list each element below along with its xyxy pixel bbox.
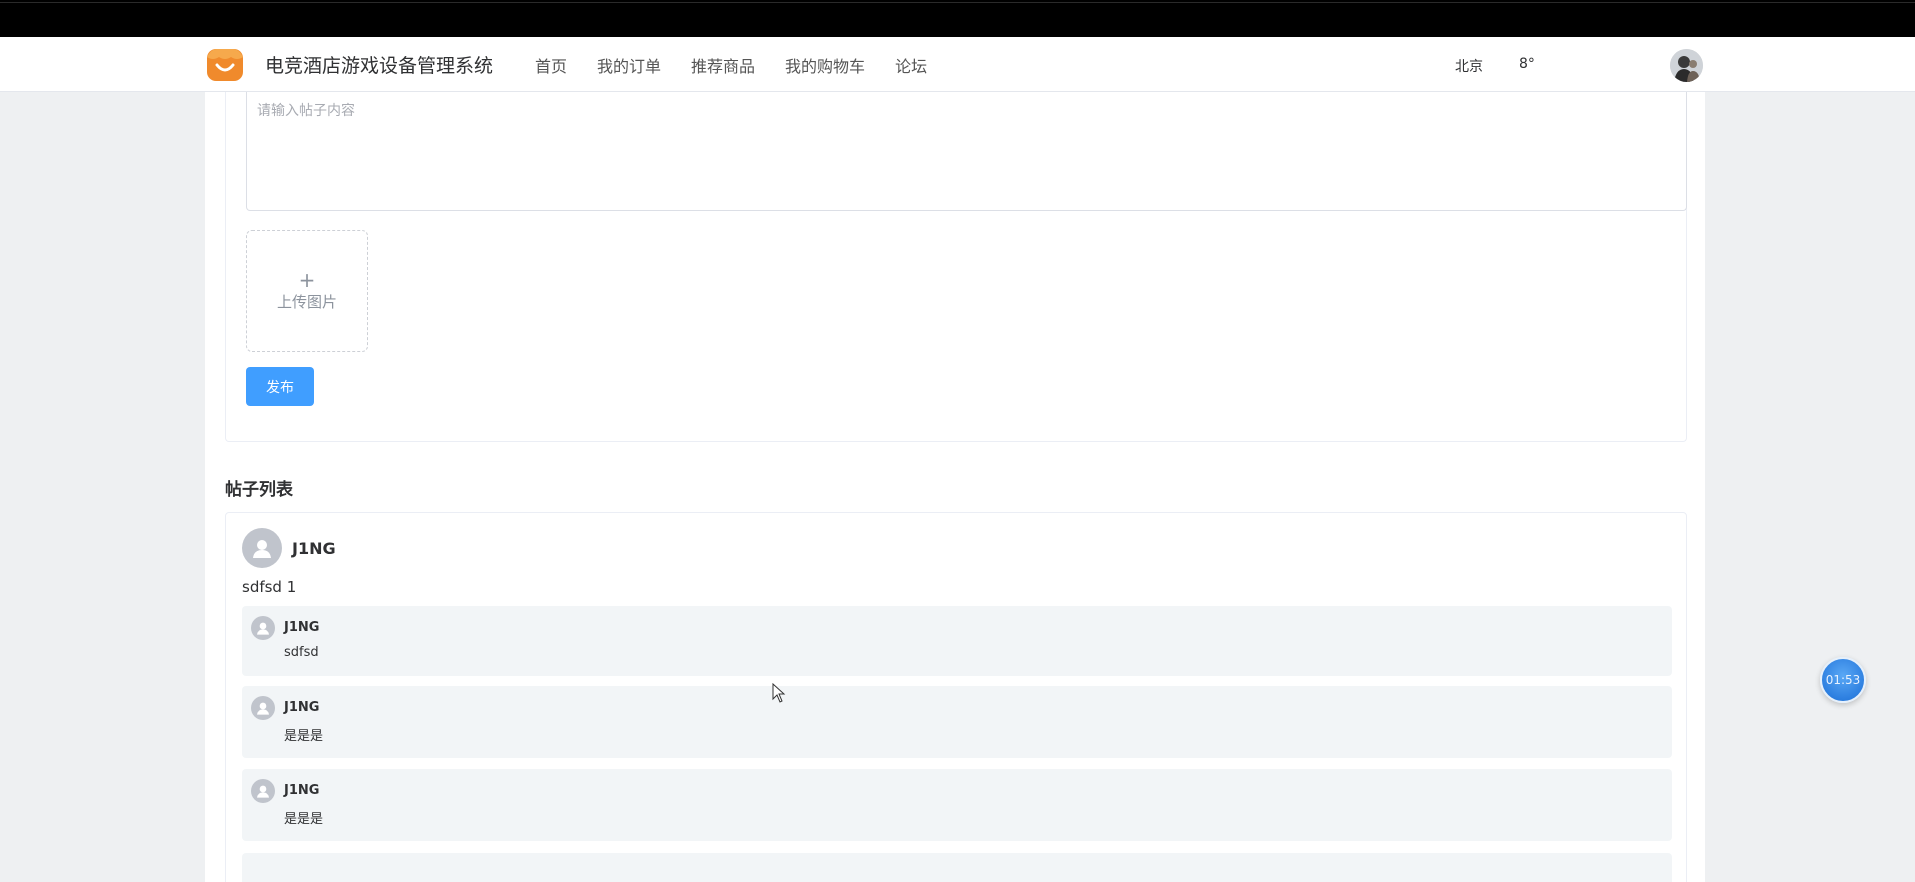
post-list-title: 帖子列表 bbox=[225, 480, 293, 500]
nav-menu: 首页 我的订单 推荐商品 我的购物车 论坛 bbox=[535, 53, 957, 77]
user-avatar[interactable] bbox=[1670, 49, 1703, 82]
site-title: 电竞酒店游戏设备管理系统 bbox=[265, 55, 494, 77]
main-content: 请输入帖子内容 + 上传图片 发布 帖子列表 J1NG sdfsd 1 J1NG… bbox=[205, 92, 1705, 882]
browser-top-bar bbox=[0, 0, 1915, 37]
publish-button[interactable]: 发布 bbox=[246, 367, 314, 406]
comment-text: sdfsd bbox=[284, 645, 319, 660]
comment-author: J1NG bbox=[284, 700, 320, 715]
user-avatar-icon bbox=[251, 696, 275, 720]
mouse-cursor-icon bbox=[772, 682, 786, 707]
weather-temperature: 8° bbox=[1519, 56, 1535, 72]
comment-item bbox=[242, 853, 1672, 882]
post-author: J1NG bbox=[292, 539, 336, 558]
comment-text: 是是是 bbox=[284, 812, 324, 827]
comment-item: J1NG 是是是 bbox=[242, 686, 1672, 758]
nav-item-cart[interactable]: 我的购物车 bbox=[785, 53, 865, 77]
post-card: J1NG sdfsd 1 J1NG sdfsd J1NG 是是是 J1NG 是是… bbox=[225, 512, 1687, 882]
upload-image-button[interactable]: + 上传图片 bbox=[246, 230, 368, 352]
timer-badge[interactable]: 01:53 bbox=[1820, 657, 1866, 703]
upload-image-label: 上传图片 bbox=[276, 292, 337, 311]
user-avatar-icon bbox=[242, 528, 282, 568]
comment-item: J1NG sdfsd bbox=[242, 606, 1672, 676]
post-content-textarea[interactable]: 请输入帖子内容 bbox=[246, 92, 1687, 211]
nav-item-recommended[interactable]: 推荐商品 bbox=[691, 53, 755, 77]
weather-city: 北京 bbox=[1455, 59, 1483, 75]
navbar: 电竞酒店游戏设备管理系统 首页 我的订单 推荐商品 我的购物车 论坛 北京 8° bbox=[0, 37, 1915, 92]
comment-item: J1NG 是是是 bbox=[242, 769, 1672, 841]
nav-item-home[interactable]: 首页 bbox=[535, 53, 567, 77]
comment-text: 是是是 bbox=[284, 729, 324, 744]
user-avatar-icon bbox=[251, 616, 275, 640]
nav-item-orders[interactable]: 我的订单 bbox=[597, 53, 661, 77]
nav-item-forum[interactable]: 论坛 bbox=[895, 53, 927, 77]
comment-author: J1NG bbox=[284, 783, 320, 798]
user-avatar-icon bbox=[251, 779, 275, 803]
shop-logo-icon[interactable] bbox=[205, 45, 245, 83]
comment-author: J1NG bbox=[284, 620, 320, 635]
plus-icon: + bbox=[298, 267, 316, 292]
post-content: sdfsd 1 bbox=[242, 578, 297, 596]
